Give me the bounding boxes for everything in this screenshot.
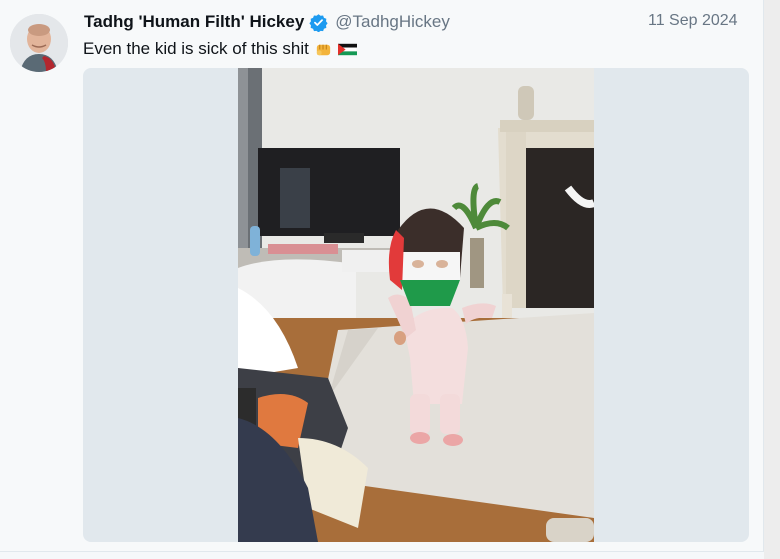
- tweet-text-body: Even the kid is sick of this shit: [83, 39, 309, 58]
- verified-badge-icon: [309, 13, 328, 32]
- avatar-photo: [10, 14, 68, 72]
- palestine-flag-icon: [337, 43, 357, 55]
- tweet-media[interactable]: [83, 68, 749, 542]
- tweet-text: Even the kid is sick of this shit: [83, 39, 357, 59]
- tweet-header: Tadhg 'Human Filth' Hickey @TadhgHickey: [84, 10, 733, 34]
- tweet-date[interactable]: 11 Sep 2024: [648, 12, 738, 30]
- tweet-card[interactable]: Tadhg 'Human Filth' Hickey @TadhgHickey …: [0, 0, 764, 552]
- author-handle[interactable]: @TadhgHickey: [335, 12, 450, 32]
- scrollbar[interactable]: [764, 0, 780, 559]
- avatar[interactable]: [10, 14, 68, 72]
- author-display-name[interactable]: Tadhg 'Human Filth' Hickey: [84, 12, 304, 32]
- oncoming-fist-icon: [316, 44, 330, 55]
- tweet-photo[interactable]: [238, 68, 594, 542]
